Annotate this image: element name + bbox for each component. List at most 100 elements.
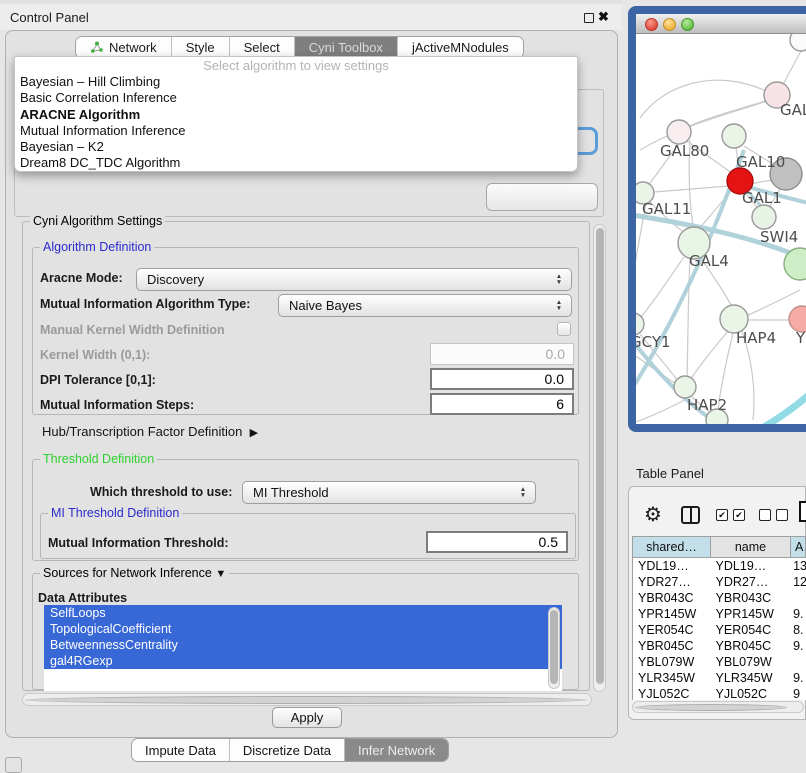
tab-network-label: Network xyxy=(109,40,157,55)
attribute-list-scrollbar[interactable] xyxy=(548,607,560,689)
which-threshold-select[interactable]: MI Threshold ▲▼ xyxy=(242,481,536,504)
mi-algorithm-type-label: Mutual Information Algorithm Type: xyxy=(40,297,250,311)
tab-cyni-toolbox[interactable]: Cyni Toolbox xyxy=(294,37,397,58)
panel-grip[interactable] xyxy=(5,757,22,773)
node-label: GAL xyxy=(780,101,806,119)
checked-checkbox-icon[interactable]: ✔ xyxy=(733,509,745,521)
kernel-width-label: Kernel Width (0,1): xyxy=(40,348,150,362)
settings-horizontal-scrollbar[interactable] xyxy=(22,693,592,706)
network-canvas[interactable]: GAL GAL80 GAL10 GAL1 GAL11 SWI4 GAL4 HAP… xyxy=(636,34,806,424)
table-row[interactable]: YLR345WYLR345W9. xyxy=(633,670,806,686)
menu-item[interactable]: Mutual Information Inference xyxy=(15,123,577,139)
table-row[interactable]: YJL052CYJL052C9 xyxy=(633,686,806,700)
tab-select[interactable]: Select xyxy=(229,37,294,58)
manual-kernel-label: Manual Kernel Width Definition xyxy=(40,323,225,337)
list-item[interactable]: BetweennessCentrality xyxy=(44,637,562,653)
mi-steps-field[interactable]: 6 xyxy=(430,393,574,415)
control-panel-titlebar xyxy=(0,0,622,30)
list-item[interactable]: TopologicalCoefficient xyxy=(44,621,562,637)
menu-item-selected[interactable]: ARACNE Algorithm xyxy=(15,107,577,123)
node-label: GAL1 xyxy=(742,189,782,207)
unchecked-checkbox-icon[interactable] xyxy=(776,509,788,521)
sources-title: Sources for Network Inference ▼ xyxy=(40,566,229,580)
tab-jactivemnodules[interactable]: jActiveMNodules xyxy=(397,37,523,58)
menu-item[interactable]: Bayesian – Hill Climbing xyxy=(15,74,577,90)
settings-vertical-scrollbar[interactable] xyxy=(593,224,606,692)
combo-fragment xyxy=(486,183,598,211)
menu-item[interactable]: Basic Correlation Inference xyxy=(15,90,577,106)
control-panel-title: Control Panel xyxy=(10,10,89,25)
which-threshold-label: Which threshold to use: xyxy=(90,485,232,499)
table-row[interactable]: YPR145WYPR145W9. xyxy=(633,606,806,622)
node-label: GAL80 xyxy=(660,142,709,160)
node-label: GAL10 xyxy=(736,153,785,171)
split-columns-icon[interactable] xyxy=(681,506,700,524)
menu-item[interactable]: Bayesian – K2 xyxy=(15,139,577,155)
table-panel-title: Table Panel xyxy=(636,466,704,481)
table-row[interactable]: YDL19…YDL19…13 xyxy=(633,558,806,574)
algorithm-definition-title: Algorithm Definition xyxy=(40,240,154,254)
collapse-down-icon[interactable]: ▼ xyxy=(215,568,226,580)
data-attributes-list[interactable]: SelfLoops TopologicalCoefficient Between… xyxy=(44,605,562,691)
network-icon xyxy=(90,41,103,54)
mi-steps-label: Mutual Information Steps: xyxy=(40,398,194,412)
column-header-name[interactable]: name xyxy=(710,536,791,558)
table-row[interactable]: YDR27…YDR27…12 xyxy=(633,574,806,590)
node-label: GCY1 xyxy=(636,333,671,351)
apply-button[interactable]: Apply xyxy=(272,707,342,728)
bottom-tabbar: Impute Data Discretize Data Infer Networ… xyxy=(131,738,449,762)
node-label: GAL4 xyxy=(689,252,729,270)
stepper-icon: ▲▼ xyxy=(518,483,528,498)
aracne-mode-label: Aracne Mode: xyxy=(40,271,123,285)
data-attributes-label: Data Attributes xyxy=(38,591,127,605)
table-row[interactable]: YER054CYER054C8. xyxy=(633,622,806,638)
algorithm-dropdown-popup: Select algorithm to view settings Bayesi… xyxy=(14,56,578,172)
manual-kernel-checkbox[interactable] xyxy=(557,322,571,336)
document-icon[interactable] xyxy=(799,501,806,522)
column-header-shared-name[interactable]: shared… xyxy=(632,536,711,558)
table-row[interactable]: YBR043CYBR043C xyxy=(633,590,806,606)
node-label: GAL11 xyxy=(642,200,691,218)
column-header-partial[interactable]: A xyxy=(790,536,806,558)
dpi-tolerance-label: DPI Tolerance [0,1]: xyxy=(40,373,156,387)
tab-impute-data[interactable]: Impute Data xyxy=(132,739,229,761)
expand-right-icon[interactable]: ▶ xyxy=(250,427,258,439)
threshold-definition-title: Threshold Definition xyxy=(40,452,157,466)
mi-algorithm-type-select[interactable]: Naive Bayes ▲▼ xyxy=(278,294,572,317)
table-row[interactable]: YBL079WYBL079W xyxy=(633,654,806,670)
node-table[interactable]: YDL19…YDL19…13 YDR27…YDR27…12 YBR043CYBR… xyxy=(632,558,806,700)
dpi-tolerance-field[interactable]: 0.0 xyxy=(430,368,574,390)
table-row[interactable]: YBR045CYBR045C9. xyxy=(633,638,806,654)
node-label: HAP4 xyxy=(736,329,776,347)
minimize-traffic-light-icon[interactable] xyxy=(663,18,676,31)
list-item[interactable]: gal4RGexp xyxy=(44,653,562,669)
tab-style[interactable]: Style xyxy=(171,37,229,58)
network-window-titlebar[interactable] xyxy=(636,14,806,34)
cyni-algorithm-settings-title: Cyni Algorithm Settings xyxy=(30,214,165,228)
gear-icon[interactable]: ⚙ xyxy=(644,502,662,527)
zoom-traffic-light-icon[interactable] xyxy=(681,18,694,31)
float-window-icon[interactable] xyxy=(584,13,594,23)
unchecked-checkbox-icon[interactable] xyxy=(759,509,771,521)
list-item[interactable]: SelfLoops xyxy=(44,605,562,621)
tab-discretize-data[interactable]: Discretize Data xyxy=(229,739,344,761)
checked-checkbox-icon[interactable]: ✔ xyxy=(716,509,728,521)
stepper-icon: ▲▼ xyxy=(554,296,564,311)
mi-threshold-label: Mutual Information Threshold: xyxy=(48,536,229,550)
tab-infer-network[interactable]: Infer Network xyxy=(344,739,448,761)
node-label: SWI4 xyxy=(760,228,798,246)
hub-definition-toggle[interactable]: Hub/Transcription Factor Definition ▶ xyxy=(42,424,258,439)
dropdown-placeholder: Select algorithm to view settings xyxy=(15,57,577,74)
kernel-width-field[interactable]: 0.0 xyxy=(430,343,574,365)
mi-threshold-field[interactable]: 0.5 xyxy=(426,531,568,553)
stepper-icon: ▲▼ xyxy=(554,270,564,285)
tab-network[interactable]: Network xyxy=(76,37,171,58)
node-label: Y xyxy=(796,329,805,347)
table-horizontal-scrollbar[interactable] xyxy=(632,701,804,713)
close-traffic-light-icon[interactable] xyxy=(645,18,658,31)
node-label: HAP2 xyxy=(687,396,727,414)
aracne-mode-select[interactable]: Discovery ▲▼ xyxy=(136,268,572,291)
mi-threshold-title: MI Threshold Definition xyxy=(48,506,182,520)
menu-item[interactable]: Dream8 DC_TDC Algorithm xyxy=(15,155,577,171)
close-icon[interactable]: ✖ xyxy=(598,9,609,25)
